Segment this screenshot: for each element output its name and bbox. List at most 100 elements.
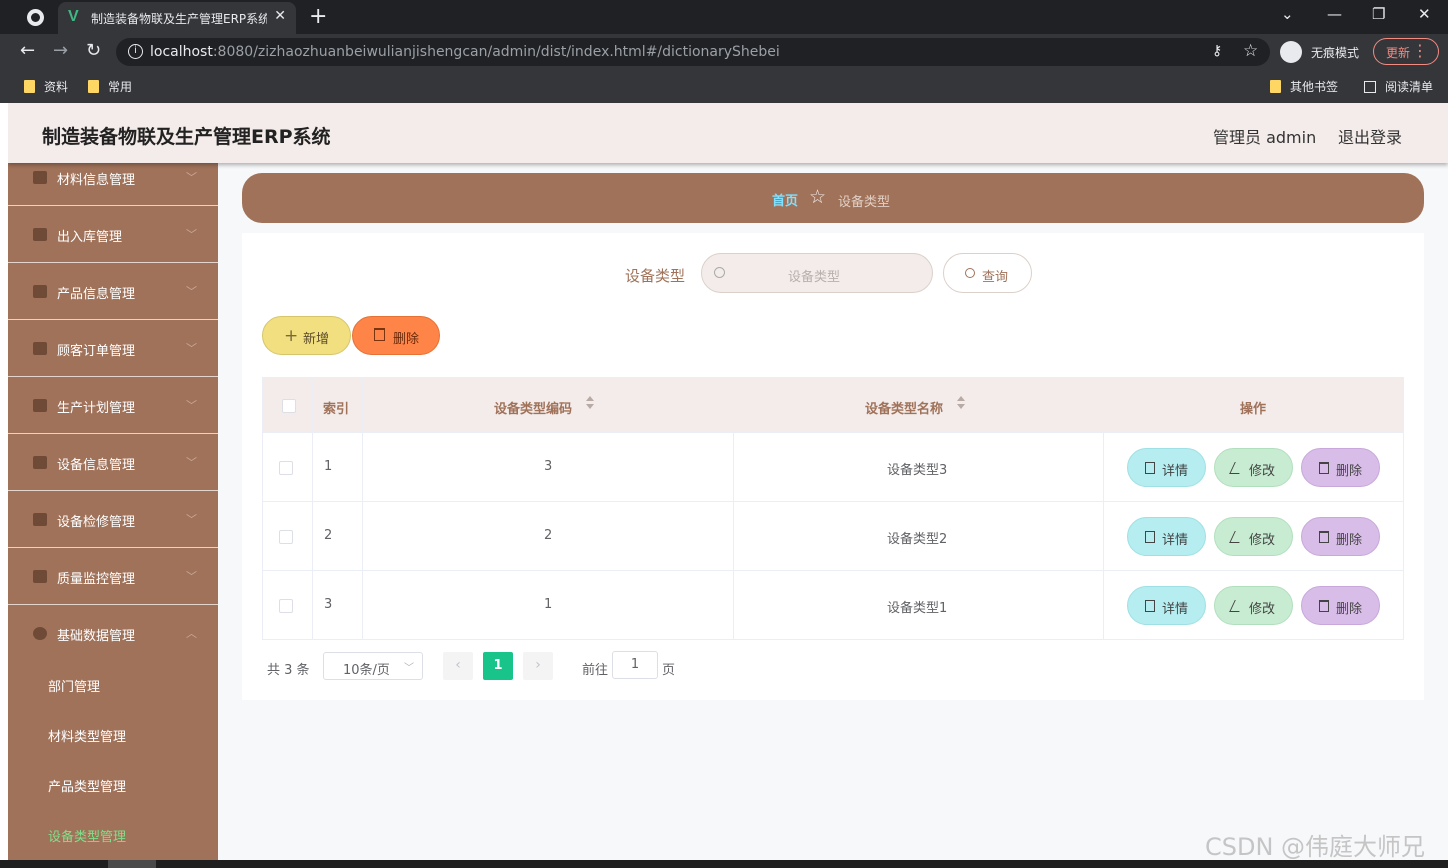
chevron-down-icon: ﹀ [186, 228, 197, 241]
window-close-icon[interactable]: ✕ [1418, 5, 1431, 23]
prev-page-button[interactable]: ‹ [443, 652, 473, 680]
update-button[interactable]: 更新 ⋮ [1373, 38, 1439, 65]
column-header-name[interactable]: 设备类型名称 [865, 398, 943, 417]
search-input[interactable]: 设备类型 [701, 253, 933, 293]
info-icon[interactable]: i [128, 44, 143, 59]
flag-icon [33, 228, 47, 241]
brush-icon [33, 513, 47, 526]
query-button[interactable]: 查询 [943, 253, 1032, 293]
reading-list[interactable]: 阅读清单 [1364, 78, 1433, 95]
table-header: 索引 设备类型编码 设备类型名称 操作 [263, 378, 1403, 433]
edit-button[interactable]: 修改 [1214, 517, 1293, 556]
sidebar-sub-item-department[interactable]: 部门管理 [48, 676, 100, 695]
folder-icon [1270, 80, 1281, 93]
back-icon[interactable]: ← [20, 40, 35, 61]
sidebar-sub-item-product-type[interactable]: 产品类型管理 [48, 776, 126, 795]
column-header-code[interactable]: 设备类型编码 [494, 398, 572, 417]
cell-name: 设备类型3 [887, 463, 948, 478]
address-bar[interactable]: i localhost:8080/zizhaozhuanbeiwulianjis… [116, 38, 1270, 66]
sidebar-item-stock[interactable]: 出入库管理 ﹀ [8, 206, 218, 263]
sidebar-item-label: 生产计划管理 [57, 401, 136, 416]
detail-label: 详情 [1162, 602, 1189, 617]
page-number-current[interactable]: 1 [483, 652, 513, 680]
cell-index: 2 [324, 528, 333, 543]
sidebar-item-product[interactable]: 产品信息管理 ﹀ [8, 263, 218, 320]
bookmark-folder[interactable]: 资料 [24, 78, 68, 95]
sidebar-sub-item-material-type[interactable]: 材料类型管理 [48, 726, 126, 745]
minimize-icon[interactable]: — [1327, 5, 1342, 23]
tab-search-icon[interactable]: ⌄ [1281, 5, 1294, 23]
page-size-select[interactable]: 10条/页 ﹀ [323, 652, 423, 680]
watermark: CSDN @伟庭大师兄 [1205, 833, 1426, 861]
edit-label: 修改 [1249, 602, 1276, 617]
sidebar-item-basic-data[interactable]: 基础数据管理 ︿ [8, 605, 218, 662]
cell-index: 3 [324, 597, 333, 612]
bookmark-folder[interactable]: 常用 [88, 78, 132, 95]
row-checkbox[interactable] [279, 599, 293, 613]
detail-button[interactable]: 详情 [1127, 448, 1206, 487]
logout-link[interactable]: 退出登录 [1338, 124, 1402, 148]
delete-button[interactable]: 删除 [1301, 586, 1380, 625]
vue-logo-icon: V [68, 8, 79, 25]
globe-icon [27, 9, 44, 26]
row-checkbox[interactable] [279, 461, 293, 475]
sidebar-sub-item-equipment-type[interactable]: 设备类型管理 [48, 826, 126, 845]
url-text[interactable]: localhost:8080/zizhaozhuanbeiwulianjishe… [150, 44, 780, 60]
batch-delete-button[interactable]: 删除 [352, 316, 440, 355]
taskbar [0, 860, 1448, 868]
tab-strip: V 制造装备物联及生产管理ERP系统 ✕ + ⌄ — ❐ ✕ [0, 0, 1448, 34]
sidebar: 材料信息管理 ﹀ 出入库管理 ﹀ 产品信息管理 ﹀ 顾客订单管理 ﹀ 生产计划管… [8, 163, 218, 860]
add-button[interactable]: + 新增 [262, 316, 351, 355]
other-bookmarks[interactable]: 其他书签 [1270, 78, 1338, 95]
edit-button[interactable]: 修改 [1214, 586, 1293, 625]
forward-icon[interactable]: → [53, 40, 68, 61]
chevron-down-icon: ﹀ [186, 570, 197, 583]
delete-button[interactable]: 删除 [1301, 448, 1380, 487]
cell-name: 设备类型1 [887, 601, 948, 616]
browser-tab[interactable]: V 制造装备物联及生产管理ERP系统 ✕ [58, 2, 296, 34]
ticket-icon [33, 171, 47, 184]
sidebar-item-label: 设备信息管理 [57, 458, 136, 473]
next-page-button[interactable]: › [523, 652, 553, 680]
pagination-total: 共 3 条 [267, 663, 310, 678]
sort-caret-icon[interactable] [957, 396, 965, 409]
table-row: 3 1 设备类型1 详情 修改 删除 [263, 571, 1403, 640]
delete-button[interactable]: 删除 [1301, 517, 1380, 556]
sidebar-item-equipment[interactable]: 设备信息管理 ﹀ [8, 434, 218, 491]
column-divider [362, 378, 363, 639]
cell-index: 1 [324, 459, 333, 474]
sidebar-item-label: 产品信息管理 [57, 287, 136, 302]
restore-icon[interactable]: ❐ [1372, 5, 1385, 23]
pencil-icon [1229, 600, 1245, 612]
user-icon [33, 456, 47, 469]
trash-icon [1319, 462, 1329, 474]
incognito-indicator[interactable]: 无痕模式 [1280, 38, 1366, 66]
bookmark-star-icon[interactable]: ☆ [1243, 41, 1258, 61]
sidebar-item-maintenance[interactable]: 设备检修管理 ﹀ [8, 491, 218, 548]
sort-caret-icon[interactable] [586, 396, 594, 409]
goto-page-input[interactable]: 1 [612, 651, 658, 679]
breadcrumb-home[interactable]: 首页 [772, 190, 798, 209]
taskbar-active-app[interactable] [108, 860, 156, 868]
sidebar-item-label: 材料信息管理 [57, 173, 136, 188]
detail-button[interactable]: 详情 [1127, 517, 1206, 556]
chevron-down-icon: ﹀ [186, 342, 197, 355]
sidebar-item-plan[interactable]: 生产计划管理 ﹀ [8, 377, 218, 434]
detail-button[interactable]: 详情 [1127, 586, 1206, 625]
select-all-checkbox[interactable] [282, 399, 296, 413]
reload-icon[interactable]: ↻ [86, 40, 101, 61]
sidebar-item-quality[interactable]: 质量监控管理 ﹀ [8, 548, 218, 605]
reading-list-icon [1364, 81, 1376, 93]
row-checkbox[interactable] [279, 530, 293, 544]
close-icon[interactable]: ✕ [274, 8, 286, 24]
chevron-up-icon: ︿ [186, 627, 197, 640]
chevron-down-icon: ﹀ [186, 513, 197, 526]
trash-icon [1319, 531, 1329, 543]
new-tab-icon[interactable]: + [309, 4, 327, 29]
goto-label: 前往 [582, 663, 609, 678]
sidebar-item-label: 设备检修管理 [57, 515, 136, 530]
sidebar-item-orders[interactable]: 顾客订单管理 ﹀ [8, 320, 218, 377]
edit-button[interactable]: 修改 [1214, 448, 1293, 487]
key-icon[interactable]: ⚷ [1212, 43, 1222, 59]
content-panel: 设备类型 设备类型 查询 + 新增 删除 索引 设备类型编码 设备类型名称 操作… [242, 233, 1424, 700]
